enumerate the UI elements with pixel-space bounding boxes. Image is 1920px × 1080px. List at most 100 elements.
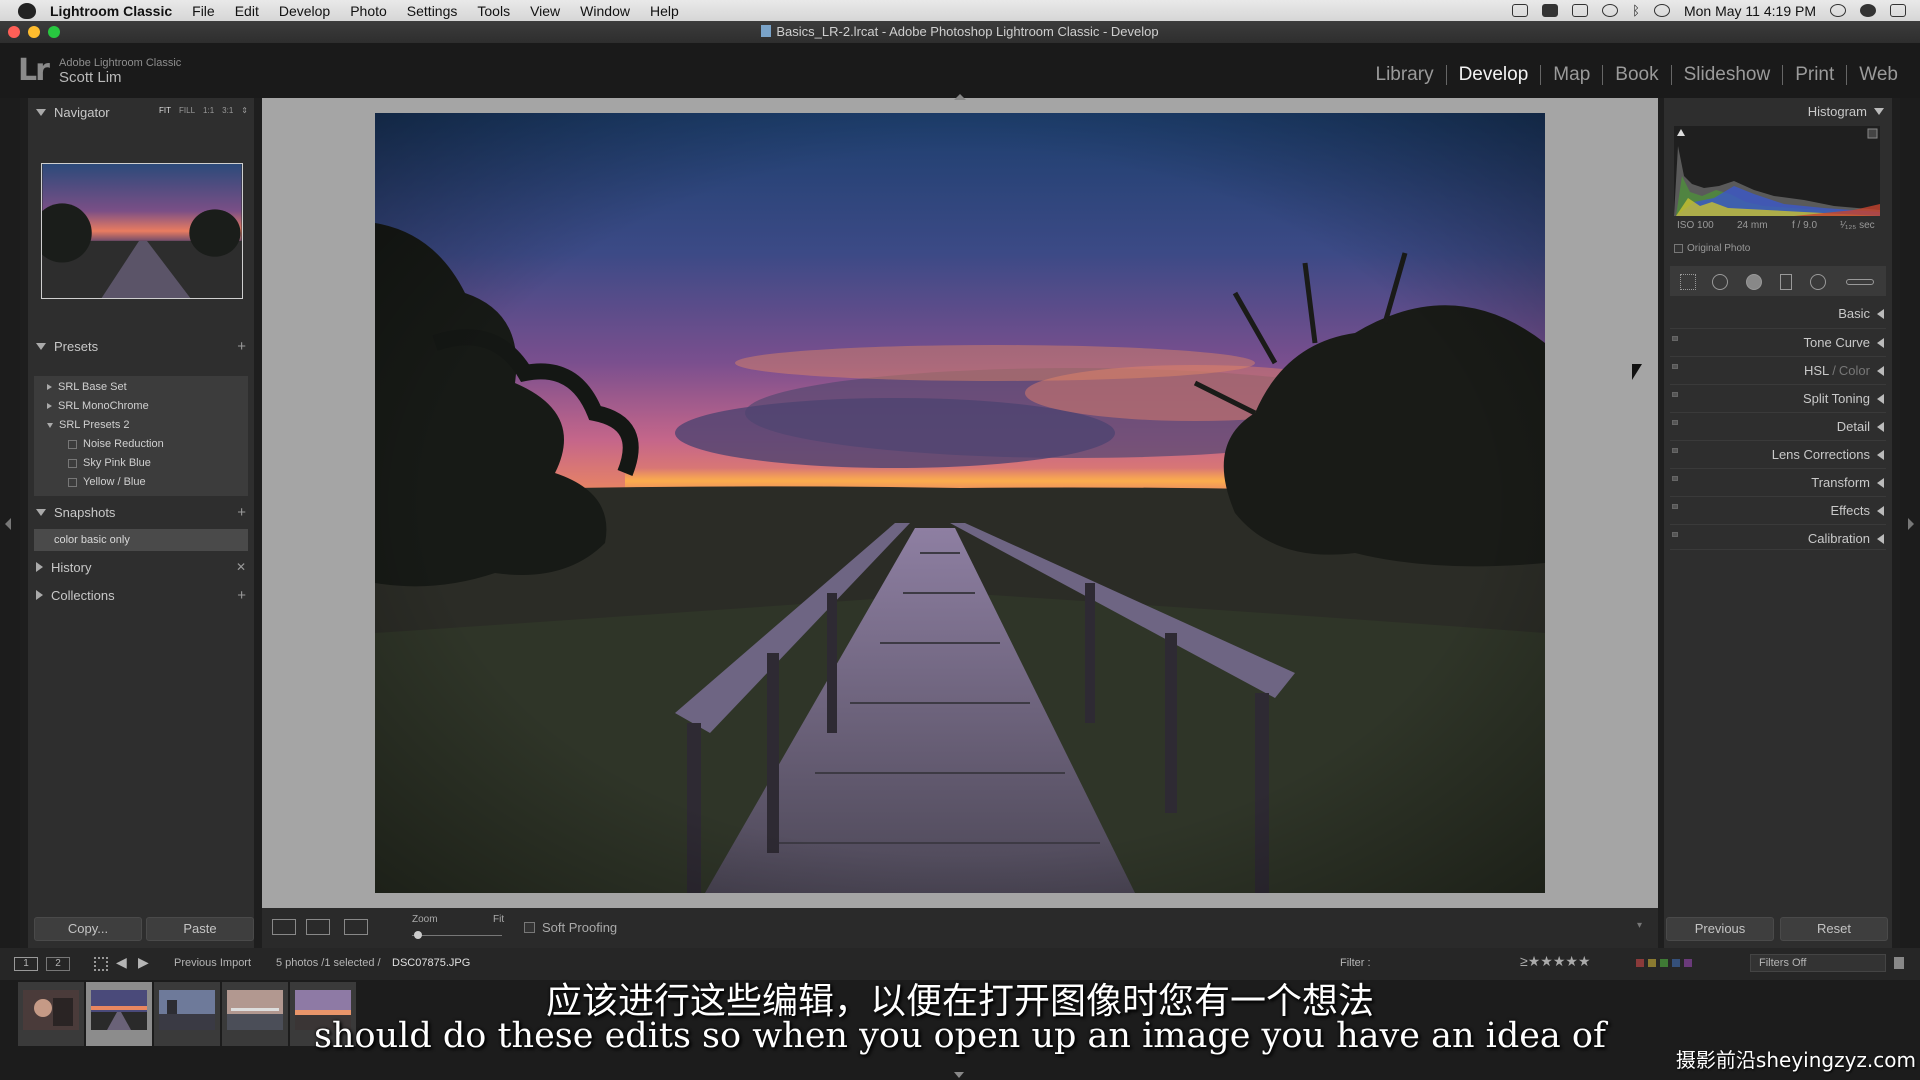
history-header[interactable]: History ✕ <box>28 553 254 581</box>
panel-hsl-color[interactable]: HSL / Color <box>1670 356 1886 382</box>
nav-mode-1-1[interactable]: 1:1 <box>203 106 214 115</box>
graduated-filter-tool-icon[interactable] <box>1780 274 1792 290</box>
panel-switch-icon[interactable] <box>1672 532 1678 537</box>
collapse-top-arrow-icon[interactable] <box>954 94 966 100</box>
menu-clock[interactable]: Mon May 11 4:19 PM <box>1684 3 1816 19</box>
panel-transform[interactable]: Transform <box>1670 468 1886 494</box>
paste-button[interactable]: Paste <box>146 917 254 941</box>
preset-folder-srl-monochrome[interactable]: SRL MonoChrome <box>47 400 149 412</box>
radial-filter-tool-icon[interactable] <box>1810 274 1826 290</box>
soft-proofing-checkbox[interactable] <box>524 922 535 933</box>
panel-switch-icon[interactable] <box>1672 420 1678 425</box>
image-canvas[interactable] <box>262 94 1658 908</box>
red-eye-tool-icon[interactable] <box>1746 274 1762 290</box>
histogram-header[interactable]: Histogram <box>1808 104 1884 119</box>
grid-view-icon[interactable] <box>94 957 108 971</box>
main-window-button[interactable]: 1 <box>14 957 38 971</box>
before-after-view-icon[interactable] <box>306 919 330 935</box>
preset-sky-pink-blue[interactable]: Sky Pink Blue <box>68 457 151 469</box>
menu-file[interactable]: File <box>192 3 215 19</box>
menu-develop[interactable]: Develop <box>279 3 330 19</box>
panel-switch-icon[interactable] <box>1672 336 1678 341</box>
apple-icon[interactable] <box>18 2 36 19</box>
left-panel-toggle[interactable] <box>0 98 20 948</box>
add-preset-icon[interactable]: + <box>237 338 246 355</box>
histogram-graph[interactable] <box>1674 126 1880 216</box>
filter-lock-icon[interactable] <box>1894 957 1904 969</box>
panel-tone-curve[interactable]: Tone Curve <box>1670 328 1886 354</box>
navigator-header[interactable]: Navigator FIT FILL 1:1 3:1 ⇕ <box>28 98 254 126</box>
menu-app[interactable]: Lightroom Classic <box>50 3 172 19</box>
panel-switch-icon[interactable] <box>1672 448 1678 453</box>
panel-lens-corrections[interactable]: Lens Corrections <box>1670 440 1886 466</box>
airplay-icon[interactable] <box>1572 4 1589 17</box>
zoom-slider[interactable] <box>412 935 502 936</box>
loupe-view-icon[interactable] <box>272 919 296 935</box>
minimize-window-button[interactable] <box>28 26 40 38</box>
nav-mode-3-1[interactable]: 3:1 <box>222 106 233 115</box>
panel-basic[interactable]: Basic <box>1670 300 1886 326</box>
crop-overlay-tool-icon[interactable] <box>1680 274 1696 290</box>
selected-filename[interactable]: DSC07875.JPG <box>392 957 470 969</box>
reset-button[interactable]: Reset <box>1780 917 1888 941</box>
module-develop[interactable]: Develop <box>1445 65 1541 85</box>
panel-switch-icon[interactable] <box>1672 392 1678 397</box>
module-book[interactable]: Book <box>1602 65 1670 85</box>
original-photo-checkbox[interactable] <box>1674 244 1683 253</box>
preset-noise-reduction[interactable]: Noise Reduction <box>68 438 164 450</box>
nav-mode-more[interactable]: ⇕ <box>241 106 248 115</box>
right-panel-toggle[interactable] <box>1900 98 1920 948</box>
menu-settings[interactable]: Settings <box>407 3 458 19</box>
zoom-window-button[interactable] <box>48 26 60 38</box>
module-web[interactable]: Web <box>1846 65 1910 85</box>
filters-off-dropdown[interactable]: Filters Off <box>1750 954 1886 972</box>
rating-filter[interactable]: ≥★★★★★ <box>1520 953 1591 970</box>
panel-switch-icon[interactable] <box>1672 364 1678 369</box>
toolbar-options-icon[interactable]: ▾ <box>1637 920 1642 931</box>
presets-header[interactable]: Presets + <box>28 332 254 360</box>
menu-window[interactable]: Window <box>580 3 630 19</box>
clear-history-icon[interactable]: ✕ <box>236 560 246 574</box>
menu-help[interactable]: Help <box>650 3 679 19</box>
snapshots-header[interactable]: Snapshots + <box>28 498 254 526</box>
spot-removal-tool-icon[interactable] <box>1712 274 1728 290</box>
module-library[interactable]: Library <box>1364 65 1446 85</box>
time-machine-icon[interactable] <box>1602 4 1619 17</box>
wifi-icon[interactable] <box>1653 4 1670 17</box>
preset-folder-srl-base-set[interactable]: SRL Base Set <box>47 381 127 393</box>
copy-button[interactable]: Copy... <box>34 917 142 941</box>
filmstrip-source[interactable]: Previous Import <box>174 957 251 969</box>
menu-edit[interactable]: Edit <box>235 3 259 19</box>
nav-mode-fit[interactable]: FIT <box>159 106 171 115</box>
navigator-preview[interactable] <box>41 163 243 299</box>
notification-center-icon[interactable] <box>1890 4 1906 17</box>
collapse-bottom-arrow-icon[interactable] <box>954 1072 964 1078</box>
panel-switch-icon[interactable] <box>1672 504 1678 509</box>
adjustment-brush-tool-icon[interactable] <box>1846 279 1874 285</box>
screen-record-icon[interactable] <box>1512 4 1529 17</box>
preset-yellow-blue[interactable]: Yellow / Blue <box>68 476 146 488</box>
nav-mode-fill[interactable]: FILL <box>179 106 195 115</box>
preset-folder-srl-presets-2[interactable]: SRL Presets 2 <box>47 419 130 431</box>
forward-arrow-icon[interactable]: ▶ <box>138 954 149 971</box>
before-after-split-icon[interactable] <box>344 919 368 935</box>
dropbox-icon[interactable] <box>1542 4 1559 17</box>
main-photo[interactable] <box>375 113 1545 893</box>
secondary-window-button[interactable]: 2 <box>46 957 70 971</box>
spotlight-icon[interactable] <box>1830 4 1846 17</box>
menu-photo[interactable]: Photo <box>350 3 387 19</box>
module-map[interactable]: Map <box>1540 65 1602 85</box>
zoom-slider-knob[interactable] <box>414 931 422 939</box>
panel-calibration[interactable]: Calibration <box>1670 524 1886 550</box>
module-slideshow[interactable]: Slideshow <box>1670 65 1783 85</box>
back-arrow-icon[interactable]: ◀ <box>116 954 127 971</box>
bluetooth-icon[interactable]: ᛒ <box>1632 3 1640 18</box>
siri-icon[interactable] <box>1860 4 1876 17</box>
panel-effects[interactable]: Effects <box>1670 496 1886 522</box>
module-print[interactable]: Print <box>1782 65 1846 85</box>
snapshot-item[interactable]: color basic only <box>34 529 248 551</box>
panel-detail[interactable]: Detail <box>1670 412 1886 438</box>
color-label-filter[interactable] <box>1636 959 1692 967</box>
previous-button[interactable]: Previous <box>1666 917 1774 941</box>
panel-switch-icon[interactable] <box>1672 476 1678 481</box>
